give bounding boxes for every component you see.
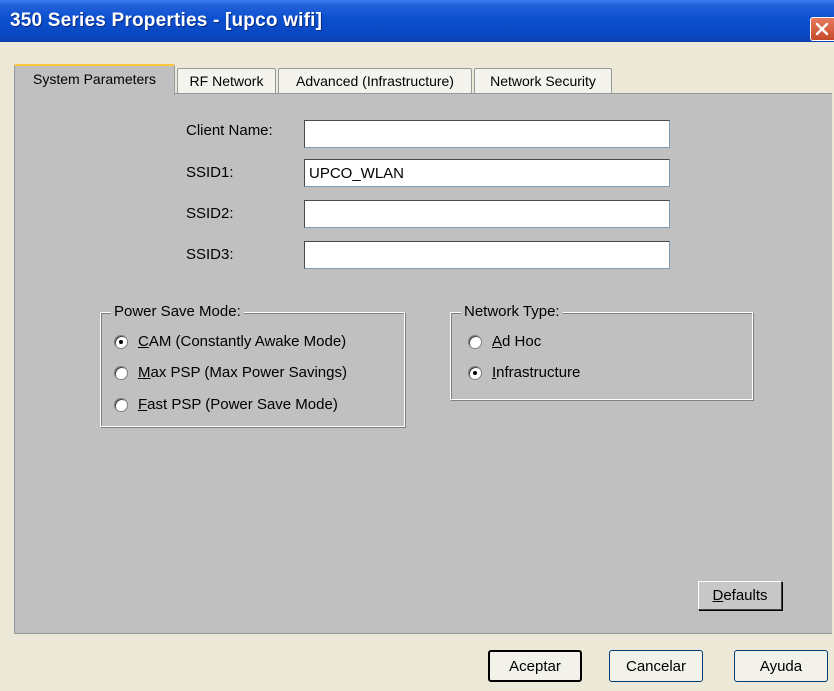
close-button[interactable] (810, 17, 834, 41)
client-name-label: Client Name: (186, 122, 273, 139)
tab-label: Network Security (490, 73, 596, 89)
radio-label: CAM (Constantly Awake Mode) (138, 333, 347, 350)
ssid2-label: SSID2: (186, 205, 234, 222)
tab-system-parameters[interactable]: System Parameters (14, 64, 175, 95)
close-icon (815, 22, 829, 36)
radio-indicator (114, 335, 128, 349)
power-save-mode-group: Power Save Mode: CAM (Constantly Awake M… (100, 303, 405, 427)
window-title: 350 Series Properties - [upco wifi] (10, 10, 323, 31)
title-bar[interactable]: 350 Series Properties - [upco wifi] (0, 0, 834, 42)
defaults-mnemonic: D (712, 587, 724, 604)
radio-label: Max PSP (Max Power Savings) (138, 364, 347, 381)
tab-label: RF Network (189, 73, 264, 89)
power-save-mode-legend: Power Save Mode: (111, 303, 244, 320)
ssid1-field[interactable] (304, 159, 670, 187)
network-type-group: Network Type: Ad Hoc Infrastructure (450, 303, 753, 400)
ssid3-label: SSID3: (186, 246, 234, 263)
tab-label: Advanced (Infrastructure) (296, 73, 454, 89)
defaults-label: efaults (723, 587, 768, 604)
radio-indicator (114, 366, 128, 380)
radio-label: Infrastructure (492, 364, 581, 381)
help-button[interactable]: Ayuda (734, 650, 828, 682)
radio-indicator (468, 335, 482, 349)
tab-rf-network[interactable]: RF Network (177, 68, 276, 94)
network-type-legend: Network Type: (461, 303, 563, 320)
ssid2-field[interactable] (304, 200, 670, 228)
radio-indicator (114, 398, 128, 412)
ssid1-label: SSID1: (186, 164, 234, 181)
ok-button[interactable]: Aceptar (488, 650, 582, 682)
tab-network-security[interactable]: Network Security (474, 68, 612, 94)
client-name-field[interactable] (304, 120, 670, 148)
defaults-button[interactable]: Defaults (698, 581, 782, 610)
system-parameters-panel: Client Name: SSID1: SSID2: SSID3: Power … (14, 93, 832, 634)
tab-advanced-infrastructure[interactable]: Advanced (Infrastructure) (278, 68, 472, 94)
cancel-button[interactable]: Cancelar (609, 650, 703, 682)
radio-indicator (468, 366, 482, 380)
tab-label: System Parameters (33, 71, 156, 87)
radio-label: Ad Hoc (492, 333, 542, 350)
radio-label: Fast PSP (Power Save Mode) (138, 396, 338, 413)
ssid3-field[interactable] (304, 241, 670, 269)
